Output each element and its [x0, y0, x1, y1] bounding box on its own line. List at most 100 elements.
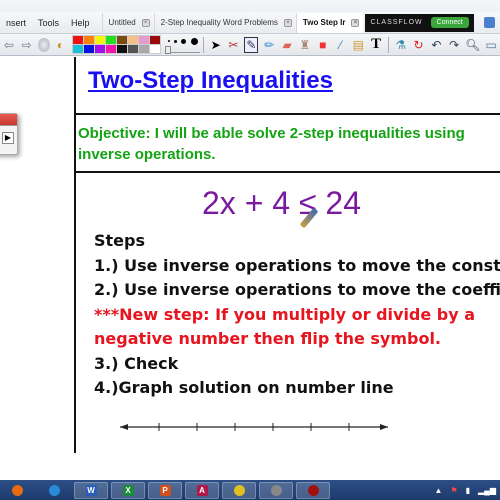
- step-item: 2.) Use inverse operations to move the c…: [94, 280, 500, 299]
- objective-text: Objective: I will be able solve 2-step i…: [78, 125, 465, 163]
- close-icon[interactable]: ×: [283, 18, 292, 27]
- pen-width-slider[interactable]: [165, 45, 200, 54]
- previous-page-icon[interactable]: ⇦: [2, 37, 16, 53]
- pen-size-4[interactable]: [190, 37, 198, 45]
- color-swatch[interactable]: [95, 45, 106, 53]
- color-swatch[interactable]: [150, 45, 161, 53]
- signal-icon[interactable]: ▂▄▆: [478, 486, 496, 495]
- color-swatch[interactable]: [128, 45, 139, 53]
- taskbar-acrobat[interactable]: [296, 481, 330, 499]
- select-icon[interactable]: ➤: [209, 37, 223, 53]
- firefox-icon: [11, 484, 23, 496]
- browser-icon[interactable]: ◐: [54, 37, 68, 53]
- pen-width-selector[interactable]: [165, 37, 200, 54]
- reset-page-icon[interactable]: ↻: [412, 37, 426, 53]
- power-icon[interactable]: ▮: [466, 486, 470, 495]
- fill-icon[interactable]: ♜: [298, 37, 312, 53]
- left-panel: ▶: [0, 57, 74, 453]
- tab-label: Two Step Ir: [302, 18, 346, 27]
- arrow-right-icon: [380, 424, 388, 430]
- pen-icon[interactable]: ✎: [244, 36, 259, 53]
- window-title-bar: [0, 0, 500, 12]
- eraser-icon[interactable]: ▰: [280, 37, 294, 53]
- divider-line: [76, 113, 500, 115]
- tab-label: 2-Step Inequality Word Problems: [160, 18, 278, 27]
- navigator-title-bar[interactable]: [0, 114, 17, 126]
- color-swatch[interactable]: [150, 36, 161, 44]
- close-icon[interactable]: ×: [351, 18, 360, 27]
- magic-ink-icon[interactable]: ⚗: [394, 37, 408, 53]
- taskbar-chrome[interactable]: [222, 481, 256, 499]
- tab-word-problems[interactable]: 2-Step Inequality Word Problems ×: [153, 12, 296, 33]
- next-arrow-icon[interactable]: ▶: [2, 132, 14, 144]
- action-center-flag-icon[interactable]: ⚑: [450, 486, 457, 495]
- connector-icon[interactable]: ⁄: [334, 37, 348, 53]
- steps-heading: Steps: [94, 231, 145, 250]
- taskbar-powerpoint[interactable]: P: [148, 481, 182, 499]
- show-hidden-icons-icon[interactable]: ▲: [435, 486, 443, 495]
- app-icon: [270, 484, 282, 496]
- text-icon[interactable]: T: [369, 36, 383, 53]
- menu-insert[interactable]: nsert: [0, 18, 32, 28]
- pen-size-1[interactable]: [167, 40, 170, 42]
- zoom-icon[interactable]: 🔍︎: [465, 37, 480, 53]
- color-swatch[interactable]: [84, 36, 95, 44]
- slider-thumb[interactable]: [165, 45, 172, 54]
- taskbar: W X P A ▲ ⚑ ▮ ▂▄▆: [0, 480, 500, 500]
- taskbar-app[interactable]: [259, 481, 293, 499]
- pen-size-3[interactable]: [181, 38, 187, 44]
- camera-icon[interactable]: ▭: [484, 37, 498, 53]
- toolbar-divider: [388, 36, 389, 53]
- taskbar-firefox[interactable]: [0, 482, 34, 499]
- color-swatch[interactable]: [95, 36, 106, 44]
- color-swatch[interactable]: [128, 36, 139, 44]
- floating-page-navigator[interactable]: ▶: [0, 113, 18, 155]
- classflow-bar: CLASSFLOW Connect: [365, 13, 474, 32]
- taskbar-network[interactable]: [37, 482, 71, 499]
- step-item: 4.)Graph solution on number line: [94, 378, 394, 397]
- color-swatch[interactable]: [106, 36, 117, 44]
- next-page-icon[interactable]: ⇨: [20, 37, 34, 53]
- flipchart-page[interactable]: Two-Step Inequalities Objective: I will …: [74, 57, 500, 453]
- tools-icon[interactable]: ✂: [227, 37, 241, 53]
- taskbar-excel[interactable]: X: [111, 481, 145, 499]
- color-swatch[interactable]: [106, 45, 117, 53]
- steps-list: Steps 1.) Use inverse operations to move …: [94, 229, 500, 401]
- color-swatch[interactable]: [117, 45, 128, 53]
- color-swatch[interactable]: [73, 36, 84, 44]
- tab-untitled[interactable]: Untitled ×: [101, 12, 154, 33]
- highlighter-icon[interactable]: ✏: [262, 37, 276, 53]
- arrow-left-icon: [120, 424, 128, 430]
- menu-tools[interactable]: Tools: [32, 18, 65, 28]
- menu-bar: nsert Tools Help Untitled × 2-Step Inequ…: [0, 12, 500, 34]
- page-browser-icon[interactable]: [483, 17, 495, 28]
- connect-button[interactable]: Connect: [430, 17, 469, 28]
- color-swatch[interactable]: [73, 45, 84, 53]
- taskbar-access[interactable]: A: [185, 481, 219, 499]
- color-palette: [72, 35, 162, 54]
- color-swatch[interactable]: [84, 45, 95, 53]
- taskbar-word[interactable]: W: [74, 481, 108, 499]
- play-icon[interactable]: [37, 37, 50, 52]
- menu-help[interactable]: Help: [65, 18, 96, 28]
- page-title: Two-Step Inequalities: [88, 67, 333, 94]
- classflow-logo: CLASSFLOW: [370, 19, 423, 26]
- tab-two-step[interactable]: Two Step Ir ×: [295, 12, 364, 33]
- clip-icon[interactable]: ▤: [351, 37, 365, 53]
- word-icon: W: [85, 484, 97, 496]
- color-swatch[interactable]: [117, 36, 128, 44]
- document-tabs: Untitled × 2-Step Inequality Word Proble…: [101, 12, 364, 34]
- shape-icon[interactable]: ■: [316, 37, 330, 53]
- close-icon[interactable]: ×: [141, 18, 150, 27]
- undo-icon[interactable]: ↶: [429, 37, 443, 53]
- page-indicator: Page 1 of: [483, 17, 500, 28]
- powerpoint-icon: P: [159, 484, 171, 496]
- system-tray: ▲ ⚑ ▮ ▂▄▆: [435, 486, 500, 495]
- divider-line: [76, 171, 500, 173]
- step-item: ***New step: If you multiply or divide b…: [94, 304, 476, 324]
- redo-icon[interactable]: ↷: [447, 37, 461, 53]
- step-item: negative number then flip the symbol.: [94, 329, 442, 348]
- pen-size-2[interactable]: [173, 39, 177, 43]
- color-swatch[interactable]: [139, 45, 150, 53]
- color-swatch[interactable]: [139, 36, 150, 44]
